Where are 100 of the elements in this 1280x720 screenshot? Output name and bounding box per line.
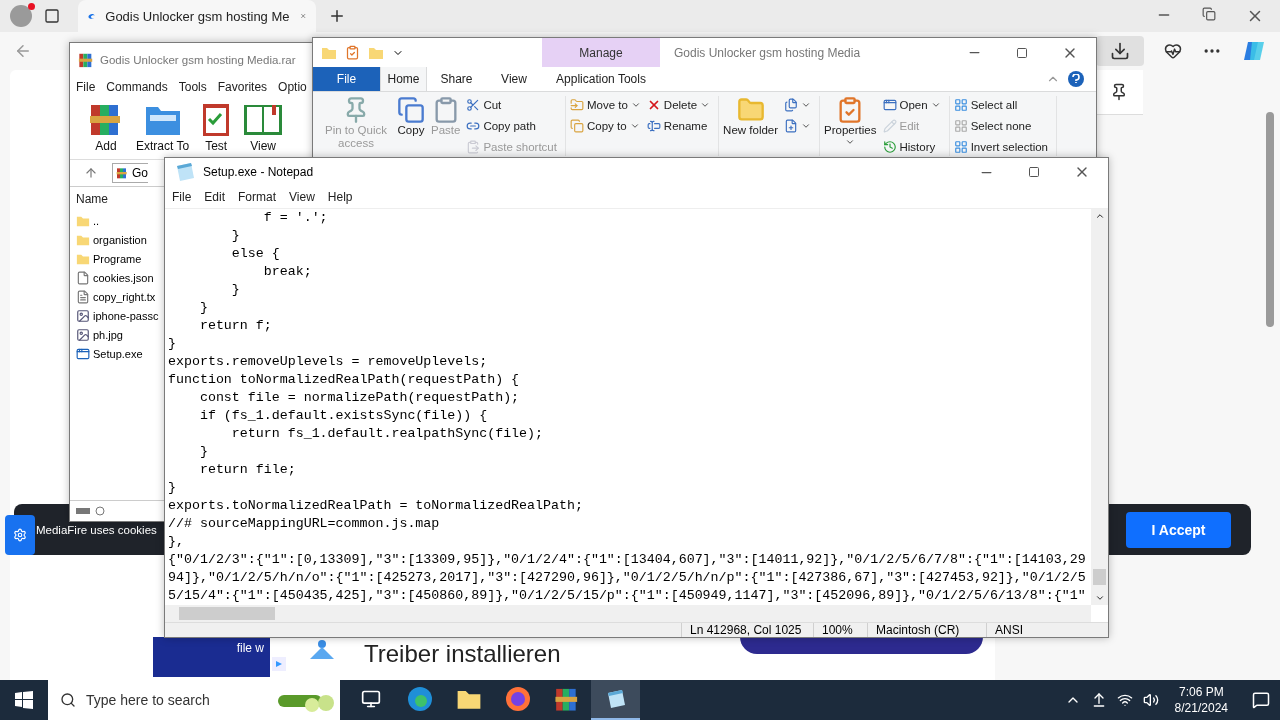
path-field[interactable]: Go — [112, 163, 148, 183]
download-button[interactable] — [1096, 36, 1144, 66]
scrollbar-thumb[interactable] — [1266, 112, 1274, 327]
file-icon — [76, 270, 90, 285]
restore-icon[interactable] — [1202, 7, 1216, 21]
code-line: }, — [168, 533, 185, 551]
file-row[interactable]: iphone-passc — [70, 306, 159, 325]
code-line: return f; — [198, 317, 273, 335]
toolbar-button[interactable]: Extract To — [136, 101, 190, 153]
file-row[interactable]: Setup.exe — [70, 344, 143, 363]
up-arrow-icon[interactable] — [84, 166, 98, 180]
menu-item[interactable]: Optio — [278, 80, 307, 94]
menu-item[interactable]: Favorites — [217, 80, 268, 94]
code-line: {"0/1/2/3":{"1":[0,13309],"3":[13309,95]},"0/1/2/4":{"1":[13404,607],"3":[14011,92]},"0/1/2/5/6/7/8":{"1":[14103,29 — [168, 551, 1087, 569]
network-icon[interactable] — [1116, 692, 1133, 708]
file-row[interactable]: cookies.json — [70, 268, 154, 287]
text-file-icon — [76, 289, 90, 304]
grid-icon — [953, 98, 968, 112]
ribbon-button[interactable]: Move to — [569, 96, 641, 114]
ribbon-button[interactable]: Cut — [466, 96, 557, 114]
scroll-up-icon[interactable] — [1094, 211, 1105, 221]
file-name: cookies.json — [93, 271, 154, 284]
file-row[interactable]: ph.jpg — [70, 325, 123, 344]
new-tab-icon[interactable] — [328, 7, 346, 25]
copy-icon — [397, 96, 425, 124]
image-file-icon — [76, 308, 90, 323]
scrollbar-thumb[interactable] — [1093, 569, 1106, 585]
maximize-icon[interactable] — [1016, 46, 1028, 59]
settings-button[interactable] — [5, 515, 35, 555]
pin-button[interactable] — [1095, 70, 1143, 115]
ribbon-button[interactable]: Invert selection — [953, 138, 1048, 156]
clipboard-check-icon[interactable] — [345, 45, 360, 60]
ribbon-tab[interactable]: Home — [380, 67, 427, 91]
file-row[interactable]: organistion — [70, 230, 147, 249]
search-field[interactable]: Type here to search — [48, 680, 340, 720]
toolbar-button[interactable]: Add — [88, 101, 124, 153]
browser-tab[interactable]: Godis Unlocker gsm hosting Me — [78, 0, 316, 32]
menu-item[interactable]: File — [76, 80, 96, 94]
copilot-logo-icon[interactable] — [1242, 39, 1266, 63]
scroll-down-icon[interactable] — [1094, 593, 1105, 603]
folder-icon — [736, 96, 765, 124]
file-name: iphone-passc — [93, 309, 159, 322]
tab-title: Godis Unlocker gsm hosting Me — [105, 8, 290, 24]
pin-icon — [1110, 83, 1128, 101]
window-title: Setup.exe - Notepad — [203, 165, 314, 179]
copy-icon — [569, 119, 584, 133]
scrollbar-thumb[interactable] — [179, 607, 275, 620]
ad-choices-icon[interactable] — [272, 657, 286, 671]
browser-swirl-icon — [406, 686, 433, 712]
start-icon[interactable] — [15, 691, 33, 709]
taskbar-app[interactable] — [591, 680, 640, 720]
link-icon — [466, 119, 481, 133]
folder-arrow-icon — [569, 98, 584, 112]
ribbon-button[interactable]: Copy — [397, 96, 425, 137]
profile-avatar[interactable] — [10, 5, 32, 27]
back-icon[interactable] — [14, 42, 32, 60]
menu-item[interactable]: View — [289, 190, 315, 204]
ribbon-button[interactable]: Copy to — [569, 117, 641, 135]
menu-item[interactable]: Edit — [204, 190, 226, 204]
ribbon-button[interactable]: History — [882, 138, 941, 156]
window-title: Godis Unlocker gsm hosting Media — [674, 45, 861, 60]
ribbon-button[interactable]: Rename — [646, 117, 711, 135]
file-row[interactable]: .. — [70, 211, 100, 230]
horizontal-scrollbar[interactable] — [165, 605, 1091, 622]
task-view-icon — [360, 689, 381, 709]
ad-caption: file w — [236, 641, 264, 657]
help-icon[interactable] — [1068, 71, 1084, 87]
notification-icon[interactable] — [1252, 691, 1270, 709]
code-line: if (fs_1.default.existsSync(file)) { — [198, 407, 489, 425]
file-row[interactable]: copy_right.tx — [70, 287, 156, 306]
ribbon-button[interactable]: Select all — [953, 96, 1048, 114]
toolbar-button[interactable]: View — [243, 101, 284, 153]
ribbon-button[interactable]: Select none — [953, 117, 1048, 135]
vertical-scrollbar[interactable] — [1091, 209, 1108, 605]
ribbon-tab[interactable]: File — [313, 67, 380, 91]
file-name: Programe — [93, 252, 142, 265]
volume-icon[interactable] — [1142, 692, 1159, 708]
file-row[interactable]: Programe — [70, 249, 142, 268]
ribbon-button[interactable]: Copy path — [466, 117, 557, 135]
menu-item[interactable]: Tools — [178, 80, 207, 94]
ribbon-button[interactable]: Open — [882, 96, 941, 114]
heart-pulse-icon[interactable] — [1164, 42, 1182, 60]
maximize-icon[interactable] — [1028, 166, 1040, 178]
clock[interactable]: 7:06 PM 8/21/2024 — [1174, 684, 1228, 716]
toolbar-button[interactable]: Test — [201, 101, 232, 153]
tabs-icon[interactable] — [44, 8, 60, 24]
ribbon-button[interactable]: Properties — [824, 96, 877, 147]
menu-item[interactable]: Commands — [106, 80, 168, 94]
menu-item[interactable]: File — [172, 190, 192, 204]
accept-button[interactable]: I Accept — [1126, 511, 1231, 548]
ribbon-button[interactable]: Delete — [646, 96, 711, 114]
ribbon-button[interactable] — [784, 117, 812, 135]
books-stack-icon — [78, 52, 94, 68]
ribbon-button[interactable]: New folder — [723, 96, 779, 137]
file-name: .. — [93, 214, 100, 227]
menu-item[interactable]: Format — [238, 190, 277, 204]
ribbon-button[interactable] — [784, 96, 812, 114]
menu-item[interactable]: Help — [327, 190, 353, 204]
column-header: Name — [75, 191, 109, 208]
books-stack-icon — [116, 166, 128, 180]
